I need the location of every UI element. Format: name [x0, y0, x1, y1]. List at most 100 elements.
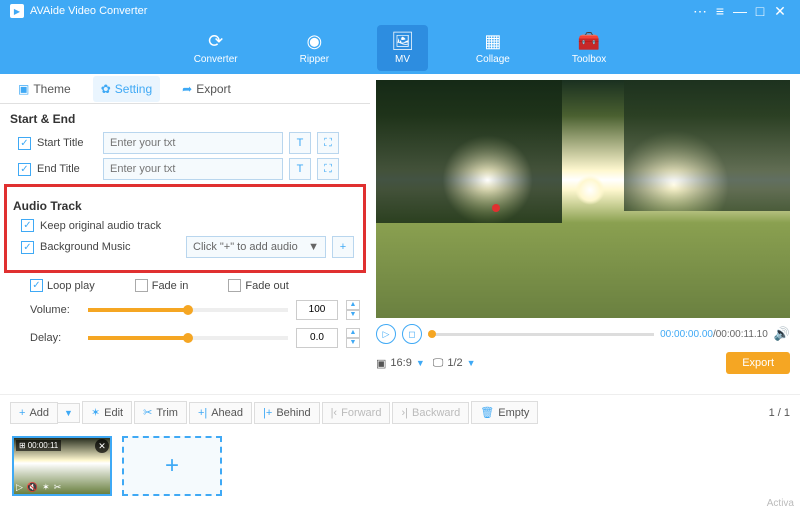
volume-value[interactable]: 100: [296, 300, 338, 320]
backward-button[interactable]: ›|Backward: [392, 402, 469, 424]
nav-collage[interactable]: ▦Collage: [462, 25, 524, 71]
keep-original-label: Keep original audio track: [40, 220, 180, 232]
play-button[interactable]: ▷: [376, 324, 396, 344]
clip-edit-icon[interactable]: ✶: [42, 482, 50, 493]
backward-icon: ›|: [401, 407, 408, 419]
fadeout-checkbox[interactable]: [228, 279, 241, 292]
start-expand-button[interactable]: ⛶: [317, 132, 339, 154]
preview-marker-icon: [492, 204, 500, 212]
audio-track-section: Audio Track ✓ Keep original audio track …: [4, 184, 366, 273]
ahead-button[interactable]: +|Ahead: [189, 402, 252, 424]
wand-icon: ✶: [91, 406, 100, 419]
bg-music-row: ✓ Background Music Click "+" to add audi…: [21, 236, 363, 258]
app-logo-icon: ▶: [10, 4, 24, 18]
start-text-style-button[interactable]: T: [289, 132, 311, 154]
volume-up-button[interactable]: ▲: [346, 300, 360, 310]
left-panel: ▣Theme ✿Setting ➦Export Start & End ✓ St…: [0, 74, 370, 394]
behind-button[interactable]: |+Behind: [254, 402, 320, 424]
main-nav: ⟳Converter ◉Ripper 🖼MV ▦Collage 🧰Toolbox: [0, 22, 800, 74]
volume-down-button[interactable]: ▼: [346, 310, 360, 320]
preview-content: [575, 175, 605, 205]
fadein-checkbox[interactable]: [135, 279, 148, 292]
end-expand-button[interactable]: ⛶: [317, 158, 339, 180]
bg-music-dropdown[interactable]: Click "+" to add audio▼: [186, 236, 326, 258]
clip-trim-icon[interactable]: ✂: [54, 482, 62, 493]
end-title-checkbox[interactable]: ✓: [18, 163, 31, 176]
edit-button[interactable]: ✶Edit: [82, 401, 132, 424]
preview-options: ▣16:9▼ 🖵1/2▼ Export: [376, 352, 790, 374]
clip-play-icon[interactable]: ▷: [16, 482, 23, 493]
delay-label: Delay:: [30, 332, 80, 344]
behind-icon: |+: [263, 407, 272, 419]
export-button[interactable]: Export: [726, 352, 790, 374]
start-title-input[interactable]: [103, 132, 283, 154]
volume-slider[interactable]: [88, 308, 288, 312]
delay-value[interactable]: 0.0: [296, 328, 338, 348]
film-icon: ⊞: [19, 441, 26, 450]
clip-thumbnail[interactable]: ⊞00:00:11 ✕ ▷ 🔇 ✶ ✂: [12, 436, 112, 496]
nav-mv[interactable]: 🖼MV: [377, 25, 428, 71]
time-display: 00:00:00.00/00:00:11.10: [660, 329, 768, 340]
end-text-style-button[interactable]: T: [289, 158, 311, 180]
mv-icon: 🖼: [391, 31, 414, 52]
playback-bar: ▷ ◻ 00:00:00.00/00:00:11.10 🔊: [376, 324, 790, 344]
add-clip-button[interactable]: +: [122, 436, 222, 496]
delay-down-button[interactable]: ▼: [346, 338, 360, 348]
close-button[interactable]: ✕: [770, 3, 790, 20]
stop-button[interactable]: ◻: [402, 324, 422, 344]
feedback-icon[interactable]: ⋯: [690, 3, 710, 20]
right-panel: ▷ ◻ 00:00:00.00/00:00:11.10 🔊 ▣16:9▼ 🖵1/…: [370, 74, 800, 394]
bg-music-label: Background Music: [40, 241, 180, 253]
monitor-icon: 🖵: [433, 357, 444, 370]
preview-video[interactable]: [376, 80, 790, 318]
timeline: ⊞00:00:11 ✕ ▷ 🔇 ✶ ✂ +: [0, 430, 800, 502]
plus-icon: +: [19, 407, 25, 419]
tab-export-sub[interactable]: ➦Export: [174, 76, 239, 102]
toolbox-icon: 🧰: [578, 31, 600, 52]
seek-slider[interactable]: [428, 333, 654, 336]
volume-icon[interactable]: 🔊: [774, 326, 790, 342]
startend-title: Start & End: [10, 112, 370, 126]
keep-original-checkbox[interactable]: ✓: [21, 219, 34, 232]
chevron-down-icon: ▼: [308, 241, 319, 253]
delay-slider[interactable]: [88, 336, 288, 340]
bg-music-checkbox[interactable]: ✓: [21, 241, 34, 254]
playback-options-row: ✓Loop play Fade in Fade out: [30, 279, 370, 292]
add-audio-button[interactable]: +: [332, 236, 354, 258]
nav-toolbox[interactable]: 🧰Toolbox: [558, 25, 620, 71]
page-indicator: 1 / 1: [769, 407, 790, 419]
forward-icon: |‹: [331, 407, 338, 419]
forward-button[interactable]: |‹Forward: [322, 402, 391, 424]
tab-setting[interactable]: ✿Setting: [93, 76, 160, 102]
ripper-icon: ◉: [306, 31, 322, 52]
nav-converter[interactable]: ⟳Converter: [180, 25, 252, 71]
nav-ripper[interactable]: ◉Ripper: [286, 25, 343, 71]
screen-size-select[interactable]: 🖵1/2▼: [433, 357, 476, 370]
audio-title: Audio Track: [13, 199, 363, 213]
trim-button[interactable]: ✂Trim: [134, 401, 187, 424]
add-dropdown[interactable]: ▼: [57, 403, 80, 423]
clip-mute-icon[interactable]: 🔇: [27, 482, 38, 493]
menu-icon[interactable]: ≡: [710, 3, 730, 19]
delay-up-button[interactable]: ▲: [346, 328, 360, 338]
maximize-button[interactable]: □: [750, 3, 770, 19]
theme-icon: ▣: [18, 82, 29, 96]
chevron-down-icon: ▼: [416, 358, 425, 368]
add-button[interactable]: +Add: [10, 402, 58, 424]
start-title-checkbox[interactable]: ✓: [18, 137, 31, 150]
empty-button[interactable]: 🗑Empty: [471, 401, 538, 424]
clip-duration: ⊞00:00:11: [16, 440, 61, 451]
watermark-text: Activa: [767, 498, 794, 509]
clip-controls: ▷ 🔇 ✶ ✂: [16, 482, 61, 493]
chevron-down-icon: ▼: [467, 358, 476, 368]
loop-checkbox[interactable]: ✓: [30, 279, 43, 292]
ahead-icon: +|: [198, 407, 207, 419]
end-title-input[interactable]: [103, 158, 283, 180]
clip-remove-button[interactable]: ✕: [95, 439, 109, 453]
tab-theme[interactable]: ▣Theme: [10, 76, 79, 102]
setting-icon: ✿: [101, 82, 111, 96]
aspect-ratio-select[interactable]: ▣16:9▼: [376, 357, 425, 370]
end-title-row: ✓ End Title T ⛶: [18, 158, 370, 180]
scissors-icon: ✂: [143, 406, 152, 419]
minimize-button[interactable]: —: [730, 3, 750, 19]
